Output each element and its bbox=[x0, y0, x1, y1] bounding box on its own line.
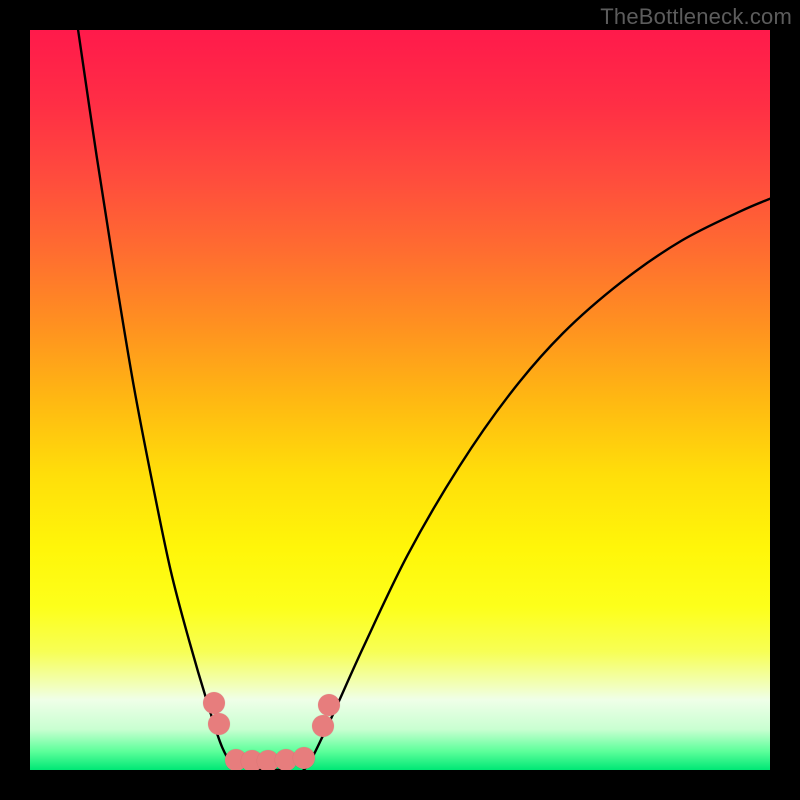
data-marker bbox=[203, 692, 225, 714]
data-marker bbox=[318, 694, 340, 716]
data-marker bbox=[293, 747, 315, 769]
plot-area bbox=[30, 30, 770, 770]
data-marker bbox=[312, 715, 334, 737]
data-marker bbox=[208, 713, 230, 735]
bottleneck-curve bbox=[30, 30, 770, 770]
chart-stage: TheBottleneck.com bbox=[0, 0, 800, 800]
watermark-text: TheBottleneck.com bbox=[600, 4, 792, 30]
